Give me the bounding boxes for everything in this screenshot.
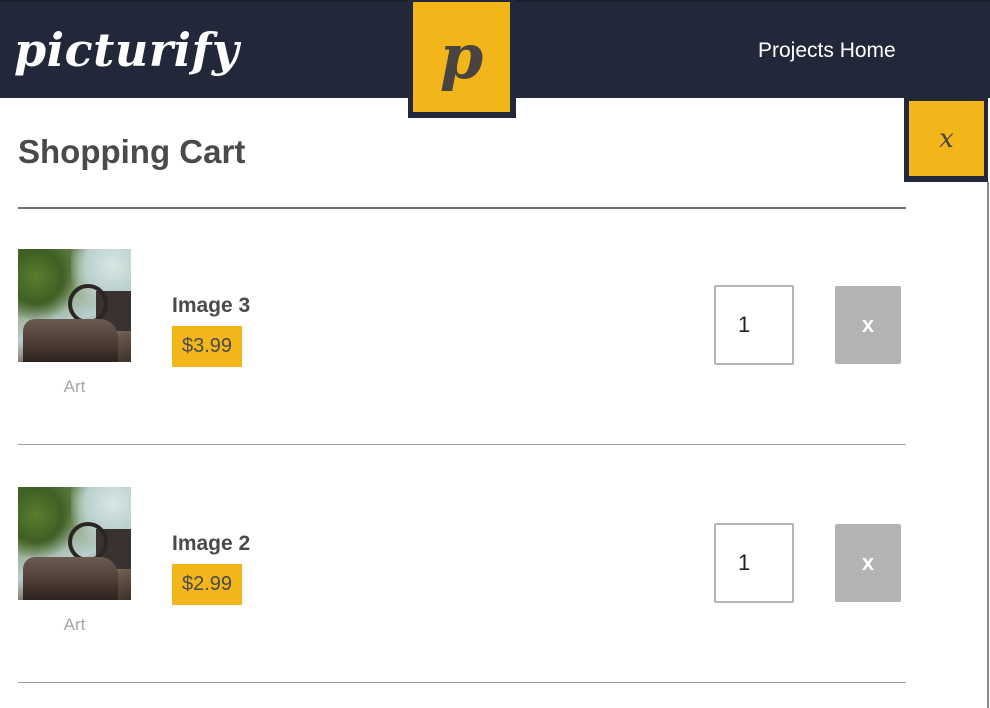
cart-item: Art Image 2 $2.99 x [0,487,990,647]
quantity-input[interactable] [714,523,794,603]
item-price: $2.99 [172,564,242,605]
item-divider [18,682,906,683]
item-thumbnail[interactable] [18,249,131,362]
item-name: Image 3 [172,294,251,317]
close-icon: x [909,101,984,176]
brand-logo[interactable]: picturify [14,20,239,80]
item-category: Art [63,615,86,634]
item-thumbnail[interactable] [18,487,131,600]
quantity-input[interactable] [714,285,794,365]
page-title: Shopping Cart [18,133,246,170]
item-name: Image 2 [172,532,251,555]
logo-tile[interactable]: p [408,0,516,118]
title-divider [18,207,906,209]
item-divider [18,444,906,445]
item-category: Art [63,377,86,396]
projects-home-link[interactable]: Projects Home [758,38,896,64]
logo-letter: p [413,2,510,112]
remove-item-button[interactable]: x [835,524,901,602]
close-cart-button[interactable]: x [904,98,988,182]
cart-item: Art Image 3 $3.99 x [0,249,990,409]
remove-item-button[interactable]: x [835,286,901,364]
item-price: $3.99 [172,326,242,367]
